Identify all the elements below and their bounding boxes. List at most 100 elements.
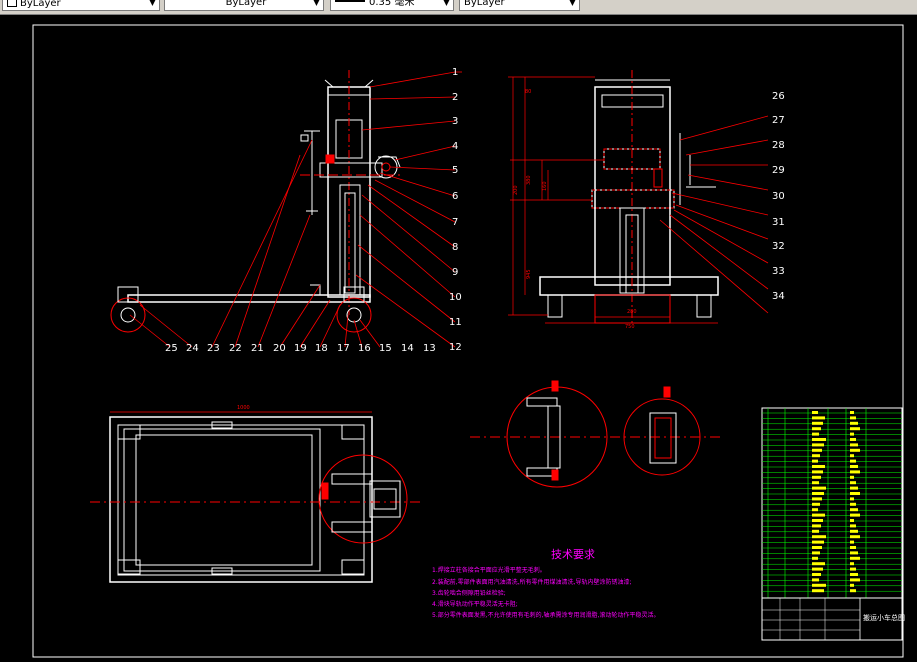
parts-list-mark	[812, 546, 822, 549]
svg-text:160: 160	[542, 181, 548, 191]
properties-toolbar: ByLayer ▼ ByLayer ▼ 0.35 毫米 ▼ ByLayer ▼	[0, 0, 917, 15]
parts-list-mark	[812, 556, 818, 560]
balloon-11: 11	[449, 317, 462, 328]
parts-list-mark	[850, 583, 854, 587]
parts-list-mark	[850, 492, 860, 495]
parts-list-mark	[812, 562, 825, 566]
balloon-4: 4	[452, 141, 458, 152]
parts-list-mark	[812, 481, 819, 485]
linetype-dropdown[interactable]: ByLayer ▼	[164, 0, 324, 11]
svg-text:1000: 1000	[237, 405, 250, 411]
balloon-21: 21	[251, 343, 264, 354]
parts-list-mark	[812, 524, 821, 528]
parts-list-mark	[850, 465, 858, 468]
balloon-10: 10	[449, 292, 462, 303]
parts-list-mark	[812, 475, 821, 479]
tech-line-3: 3.齿轮啮合侧隙用铅丝检验;	[432, 589, 506, 597]
tech-title: 技术要求	[551, 548, 595, 561]
parts-list-mark	[850, 470, 860, 474]
parts-list-mark	[850, 540, 854, 544]
part-balloons-right: 1 2 3 4 5 6 7 8 9 10 11 12	[449, 67, 462, 353]
balloon-18: 18	[315, 343, 328, 354]
svg-text:750: 750	[625, 324, 635, 330]
parts-list-mark	[850, 556, 860, 560]
cad-drawing: 1 2 3 4 5 6 7 8 9 10 11 12 25 24 23 22 2…	[32, 24, 905, 658]
technical-requirements: 技术要求 1.焊接立柱各接合平面应光滑平整无毛刺。 2.装配前,零部件表面用汽油…	[432, 548, 659, 619]
chevron-down-icon[interactable]: ▼	[311, 0, 322, 9]
balloon-5: 5	[452, 165, 458, 176]
tech-line-2: 2.装配前,零部件表面用汽油清洗,所有零件用煤油清洗,导轨内壁涂防锈油漆;	[432, 578, 631, 586]
chevron-down-icon[interactable]: ▼	[567, 0, 578, 9]
balloon-8: 8	[452, 242, 458, 253]
parts-list-mark	[812, 486, 826, 490]
balloon-26: 26	[772, 91, 785, 102]
parts-list-mark	[812, 470, 823, 474]
balloon-22: 22	[229, 343, 242, 354]
parts-list-mark	[850, 513, 860, 517]
parts-list-mark	[850, 508, 858, 512]
chevron-down-icon[interactable]: ▼	[147, 0, 158, 9]
parts-list-mark	[850, 578, 860, 582]
balloon-24: 24	[186, 343, 199, 354]
balloon-25: 25	[165, 343, 178, 354]
balloon-12: 12	[449, 342, 462, 353]
parts-list-table	[761, 407, 903, 599]
tech-line-5: 5.部分零件表面发黑,不允许使用有毛刺的,轴承需涂专用润滑脂,滚动轮动作平稳灵活…	[432, 611, 659, 619]
chevron-down-icon[interactable]: ▼	[441, 0, 452, 9]
color-dropdown[interactable]: ByLayer ▼	[2, 0, 160, 11]
parts-list-mark	[812, 583, 826, 587]
plotstyle-dropdown[interactable]: ByLayer ▼	[459, 0, 580, 11]
parts-list-mark	[850, 573, 858, 576]
balloon-14: 14	[401, 343, 414, 354]
parts-list-mark	[850, 459, 856, 463]
balloon-15: 15	[379, 343, 392, 354]
lineweight-dropdown[interactable]: 0.35 毫米 ▼	[330, 0, 454, 11]
parts-list-mark	[850, 551, 858, 555]
parts-list-mark	[812, 411, 818, 414]
parts-list-mark	[850, 411, 854, 414]
parts-list-mark	[812, 416, 825, 420]
balloon-9: 9	[452, 267, 458, 278]
parts-list-mark	[812, 573, 821, 576]
parts-list-mark	[812, 578, 819, 582]
balloon-2: 2	[452, 92, 458, 103]
parts-list-mark	[850, 427, 860, 431]
parts-list-mark	[812, 589, 824, 593]
tech-line-1: 1.焊接立柱各接合平面应光滑平整无毛刺。	[432, 566, 546, 574]
parts-list-mark	[812, 551, 820, 555]
parts-list-mark	[812, 540, 824, 544]
parts-list-mark	[850, 475, 854, 479]
parts-list-mark	[812, 454, 820, 458]
parts-list-mark	[812, 421, 823, 425]
parts-list-mark	[850, 529, 858, 533]
parts-list-mark	[812, 432, 819, 436]
balloon-20: 20	[273, 343, 286, 354]
parts-list-mark	[812, 438, 826, 441]
parts-list-mark	[812, 535, 826, 539]
parts-list-mark	[812, 459, 818, 463]
parts-list-mark	[850, 524, 856, 528]
parts-list-mark	[812, 519, 823, 522]
balloon-17: 17	[337, 343, 350, 354]
parts-list-mark	[850, 589, 856, 593]
parts-list-mark	[812, 448, 822, 452]
parts-list-mark	[850, 486, 858, 490]
balloon-13: 13	[423, 343, 436, 354]
balloon-6: 6	[452, 191, 458, 202]
balloon-28: 28	[772, 140, 785, 151]
parts-list-mark	[850, 519, 854, 522]
parts-list-mark	[850, 502, 856, 506]
balloon-16: 16	[358, 343, 371, 354]
front-view	[110, 70, 462, 348]
parts-list-mark	[850, 546, 856, 549]
top-view: 1000	[90, 405, 420, 583]
balloon-19: 19	[294, 343, 307, 354]
balloon-27: 27	[772, 115, 785, 126]
balloon-7: 7	[452, 217, 458, 228]
parts-list-mark	[850, 562, 854, 566]
drawing-canvas[interactable]: 1 2 3 4 5 6 7 8 9 10 11 12 25 24 23 22 2…	[0, 15, 917, 662]
parts-list-mark	[812, 502, 820, 506]
parts-list-mark	[812, 492, 824, 495]
parts-list-mark	[812, 465, 825, 468]
svg-text:945: 945	[526, 269, 532, 279]
